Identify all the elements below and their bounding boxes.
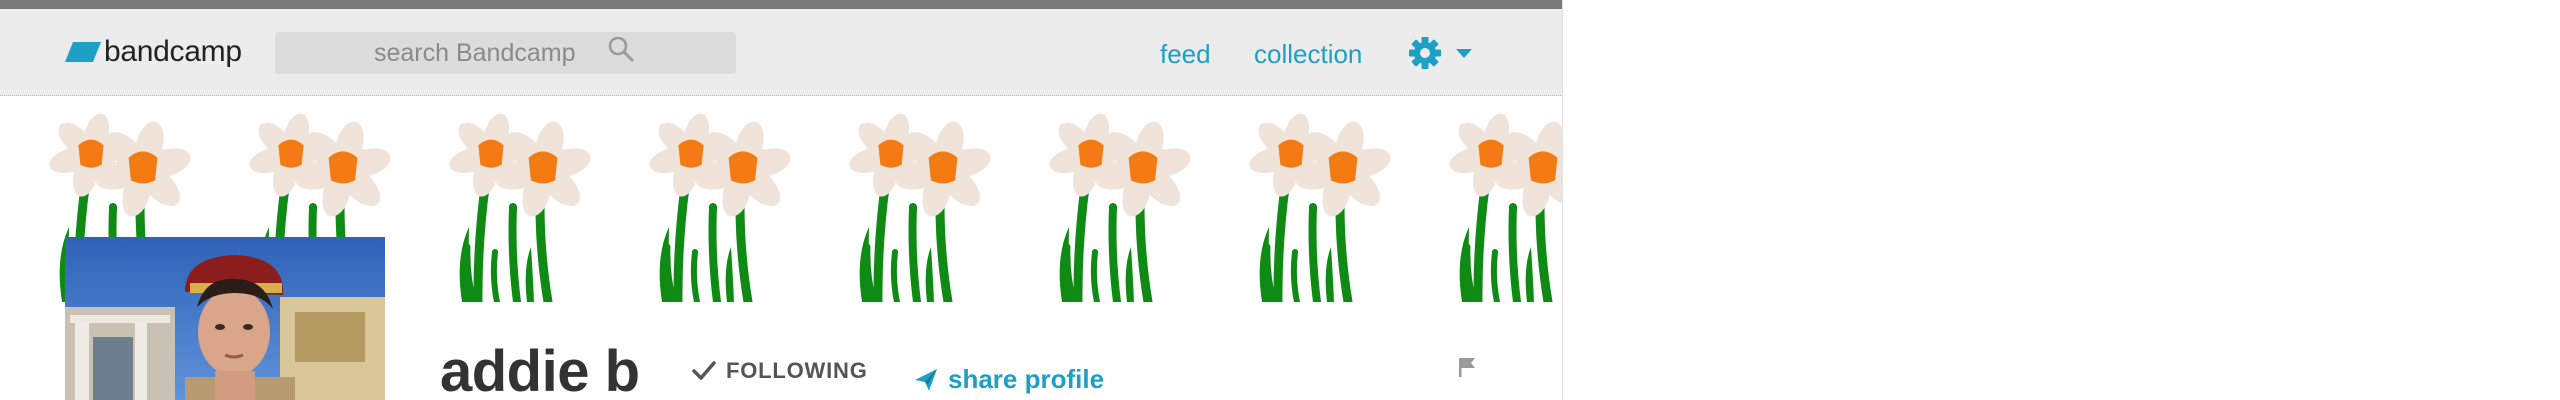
logo-text: bandcamp (104, 35, 242, 68)
share-profile-button[interactable]: share profile (914, 364, 1104, 395)
following-label: FOLLOWING (726, 358, 868, 383)
search-icon[interactable] (607, 35, 635, 63)
gear-icon[interactable] (1407, 35, 1443, 71)
avatar[interactable] (65, 237, 385, 400)
top-strip (0, 0, 1562, 9)
following-button[interactable]: FOLLOWING (692, 358, 868, 384)
flag-icon[interactable] (1456, 356, 1478, 378)
content-column: bandcamp feed collection (0, 0, 1563, 400)
search-input[interactable] (275, 32, 736, 74)
share-icon (915, 368, 937, 391)
nav-collection-link[interactable]: collection (1254, 39, 1362, 70)
share-label: share profile (948, 364, 1105, 394)
site-header: bandcamp feed collection (0, 9, 1562, 96)
logo-mark-icon (65, 42, 101, 62)
nav-feed-link[interactable]: feed (1160, 39, 1211, 70)
search-box (275, 32, 736, 74)
bandcamp-logo[interactable]: bandcamp (65, 35, 242, 69)
check-icon (692, 361, 716, 380)
page: bandcamp feed collection (0, 0, 2560, 400)
avatar-photo (65, 237, 385, 400)
profile-name: addie b (440, 339, 640, 400)
chevron-down-icon[interactable] (1456, 49, 1472, 59)
